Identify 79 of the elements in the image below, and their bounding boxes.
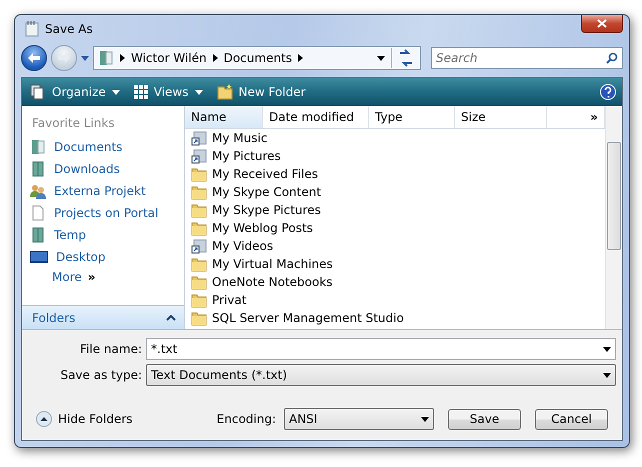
- toolbar-button[interactable]: Organize: [28, 84, 122, 100]
- dialog-button[interactable]: Cancel: [535, 408, 608, 430]
- breadcrumb-arrow-icon: [298, 54, 304, 62]
- folder-icon: [191, 166, 207, 182]
- address-bar[interactable]: Wictor Wilén Documents: [93, 46, 421, 70]
- shortcut-icon: [191, 130, 207, 146]
- favorite-link[interactable]: Downloads: [22, 158, 184, 180]
- field-label: Save as type:: [59, 368, 142, 382]
- file-icon: [30, 205, 46, 221]
- grid-icon: [134, 85, 148, 99]
- file-name-field[interactable]: *.txt: [146, 338, 616, 360]
- new-folder-icon: [216, 84, 232, 100]
- favorite-link[interactable]: Externa Projekt: [22, 180, 184, 202]
- breadcrumb[interactable]: Wictor Wilén: [131, 51, 207, 65]
- document-shelf-icon: [30, 139, 46, 155]
- column-header[interactable]: Name: [185, 106, 263, 128]
- close-button[interactable]: [581, 15, 623, 33]
- folders-bar[interactable]: Folders: [22, 305, 184, 329]
- folder-icon: [191, 310, 207, 326]
- scrollbar[interactable]: [605, 106, 622, 329]
- file-type-dropdown[interactable]: Text Documents (*.txt): [146, 364, 616, 386]
- favorite-link[interactable]: Projects on Portal: [22, 202, 184, 224]
- people-icon: [30, 183, 46, 199]
- folder-icon: [191, 220, 207, 236]
- search-icon: [606, 52, 618, 64]
- folder-icon: [191, 274, 207, 290]
- desktop-icon: [30, 250, 48, 264]
- field-label: Encoding:: [216, 412, 276, 426]
- file-name[interactable]: My Skype Content: [212, 185, 322, 199]
- notepad-icon: [25, 21, 39, 37]
- dropdown-arrow-icon: [603, 372, 611, 378]
- file-name[interactable]: My Virtual Machines: [212, 257, 333, 271]
- file-name[interactable]: Privat: [212, 293, 246, 307]
- back-button[interactable]: [21, 45, 47, 71]
- favorite-link[interactable]: Temp: [22, 224, 184, 246]
- book-icon: [30, 161, 46, 177]
- forward-arrow-icon: [58, 53, 70, 63]
- encoding-dropdown[interactable]: ANSI: [284, 408, 434, 430]
- dropdown-arrow-icon: [421, 416, 429, 422]
- dropdown-arrow-icon: [112, 90, 120, 94]
- help-icon[interactable]: [600, 84, 616, 100]
- file-name[interactable]: My Music: [212, 131, 268, 145]
- hide-folders-button[interactable]: Hide Folders: [36, 411, 133, 427]
- dropdown-arrow-icon: [603, 346, 611, 352]
- toolbar-button[interactable]: Views: [132, 85, 204, 99]
- file-name[interactable]: My Weblog Posts: [212, 221, 313, 235]
- breadcrumb-arrow-icon: [212, 54, 218, 62]
- dropdown-arrow-icon: [194, 90, 202, 94]
- history-caret-icon: [81, 56, 89, 60]
- search-field[interactable]: Search: [431, 47, 623, 69]
- field-label: File name:: [79, 342, 142, 356]
- folder-icon: [191, 202, 207, 218]
- file-name[interactable]: My Skype Pictures: [212, 203, 321, 217]
- favorite-link[interactable]: Documents: [22, 136, 184, 158]
- folder-icon: [191, 292, 207, 308]
- breadcrumb-arrow-icon: [120, 54, 125, 62]
- file-name[interactable]: SQL Server Management Studio: [212, 311, 404, 325]
- file-name[interactable]: OneNote Notebooks: [212, 275, 333, 289]
- section-heading: Favorite Links: [31, 115, 116, 132]
- chevron-icon: [166, 314, 176, 320]
- dropdown-arrow-icon: [377, 56, 385, 60]
- file-name[interactable]: My Pictures: [212, 149, 281, 163]
- book-icon: [30, 227, 46, 243]
- pages-icon: [30, 84, 46, 100]
- document-shelf-icon: [98, 50, 114, 66]
- breadcrumb[interactable]: Documents: [224, 51, 292, 65]
- back-arrow-icon: [28, 53, 40, 63]
- dialog-button[interactable]: Save: [448, 408, 521, 430]
- shortcut-icon: [191, 238, 207, 254]
- favorite-link[interactable]: Desktop: [22, 246, 184, 268]
- file-name[interactable]: My Videos: [212, 239, 274, 253]
- toolbar-button[interactable]: New Folder: [214, 84, 308, 100]
- folder-icon: [191, 256, 207, 272]
- more-link[interactable]: More »: [22, 268, 184, 284]
- window-title: Save As: [45, 22, 94, 36]
- folder-icon: [191, 184, 207, 200]
- close-icon: [597, 19, 607, 28]
- file-name[interactable]: My Received Files: [212, 167, 318, 181]
- shortcut-icon: [191, 148, 207, 164]
